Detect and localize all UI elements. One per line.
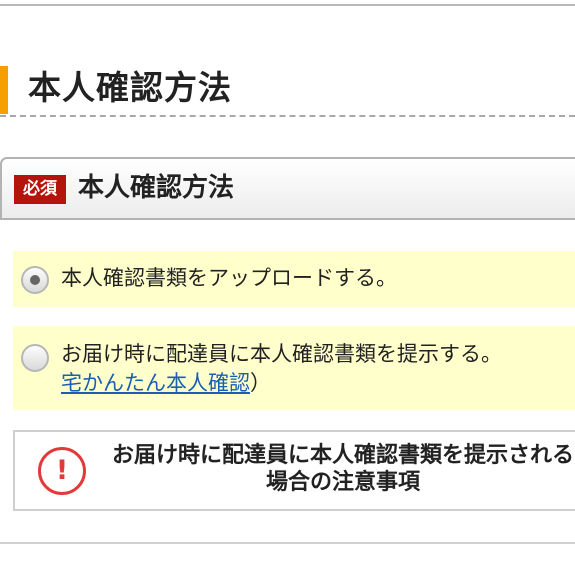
alert-circle-icon: ! xyxy=(38,447,86,495)
link-suffix: ） xyxy=(250,371,271,395)
top-divider xyxy=(0,4,575,6)
option-delivery-label[interactable]: お届け時に配達員に本人確認書類を提示する。 xyxy=(61,340,502,368)
page-heading: 本人確認方法 xyxy=(0,62,575,118)
delivery-notice-button[interactable]: ! お届け時に配達員に本人確認書類を提示される場合の注意事項 xyxy=(13,430,575,511)
option-upload-documents[interactable]: 本人確認書類をアップロードする。 xyxy=(13,251,575,307)
easy-identity-verification-link[interactable]: 宅かんたん本人確認 xyxy=(61,371,250,395)
option-upload-label[interactable]: 本人確認書類をアップロードする。 xyxy=(61,264,397,292)
required-badge: 必須 xyxy=(14,175,66,204)
radio-button-upload[interactable] xyxy=(21,266,49,294)
notice-text: お届け時に配達員に本人確認書類を提示される場合の注意事項 xyxy=(111,443,574,495)
bottom-divider xyxy=(0,542,575,544)
option-link-line: 宅かんたん本人確認） xyxy=(61,369,271,397)
section-header: 必須 本人確認方法 xyxy=(0,157,575,220)
option-show-at-delivery[interactable]: お届け時に配達員に本人確認書類を提示する。 宅かんたん本人確認） xyxy=(13,326,575,410)
radio-button-delivery[interactable] xyxy=(21,344,49,372)
heading-dashed-divider xyxy=(0,115,575,117)
heading-accent-bar xyxy=(0,66,8,114)
section-title: 本人確認方法 xyxy=(78,173,235,203)
page-title: 本人確認方法 xyxy=(28,68,232,107)
radio-selected-dot xyxy=(30,275,40,285)
